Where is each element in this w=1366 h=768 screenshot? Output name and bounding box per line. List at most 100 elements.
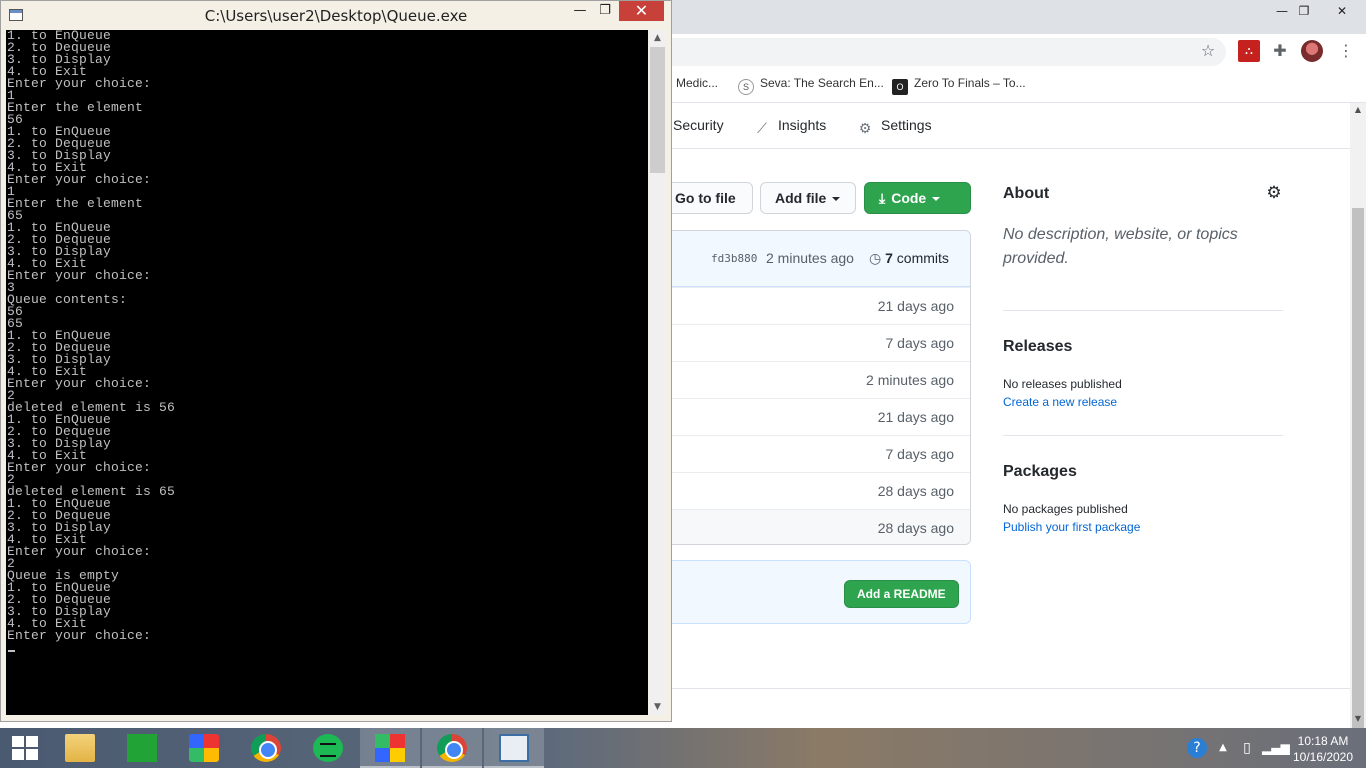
releases-heading[interactable]: Releases [1003,338,1072,356]
bookmark-item[interactable]: S Seva: The Search En... [738,76,884,95]
puzzle-app-icon [189,734,219,762]
taskbar-console-app[interactable] [484,728,544,768]
scroll-down-arrow-icon[interactable]: ▼ [1350,712,1366,726]
file-list: fd3b880 2 minutes ago ◷ 7 commits 21 day… [640,230,971,545]
divider [1003,435,1283,436]
code-button[interactable]: ⤓ Code [864,182,971,214]
releases-status: No releases published [1003,377,1122,391]
file-row[interactable]: 2 minutes ago [641,361,970,398]
console-line: Enter your choice: [7,76,152,91]
file-age: 21 days ago [877,298,954,314]
browser-scrollbar[interactable]: ▲ ▼ [1350,103,1366,758]
commits-link[interactable]: ◷ 7 commits [869,250,949,267]
button-label: Go to file [675,190,736,206]
console-line: Enter your choice: [7,628,152,643]
packages-heading[interactable]: Packages [1003,463,1077,481]
extensions-puzzle-icon[interactable]: ✚ [1269,40,1291,62]
bookmark-star-icon[interactable]: ☆ [1197,40,1219,62]
desktop: — ❐ ✕ ☆ ⛬ ✚ ⋮ Medic... S Seva: The Search… [0,0,1366,768]
pdf-extension-icon[interactable]: ⛬ [1238,40,1260,62]
file-row[interactable]: 28 days ago [641,472,970,509]
console-line: Enter your choice: [7,544,152,559]
commit-count-label: commits [896,250,949,266]
commit-count: 7 [885,250,893,266]
zero-icon: O [892,79,908,95]
clock-date: 10/16/2020 [1292,750,1354,764]
file-row[interactable]: 21 days ago [641,287,970,324]
spotify-icon [313,734,343,762]
tab-security[interactable]: Security [673,117,724,133]
file-age: 7 days ago [885,446,955,462]
file-age: 28 days ago [877,483,954,499]
file-row[interactable]: 28 days ago [641,509,970,544]
bookmark-label: Medic... [676,76,719,90]
console-line: Enter your choice: [7,268,152,283]
taskbar-file-explorer[interactable] [50,728,110,768]
scroll-up-arrow-icon[interactable]: ▲ [1350,103,1366,117]
add-file-button[interactable]: Add file [760,182,856,214]
console-line: Enter your choice: [7,460,152,475]
taskbar-chrome-profile[interactable] [422,728,482,768]
scroll-down-arrow-icon[interactable]: ▼ [649,699,666,715]
console-line: Enter your choice: [7,172,152,187]
tab-settings[interactable]: ⚙ Settings [857,117,932,137]
tab-label: Security [673,117,724,133]
commit-sha[interactable]: fd3b880 [711,252,757,265]
clock[interactable]: 10:18 AM 10/16/2020 [1288,728,1358,768]
bookmark-item[interactable]: O Zero To Finals – To... [892,76,1026,95]
publish-package-link[interactable]: Publish your first package [1003,520,1140,534]
tab-insights[interactable]: ⟋ Insights [754,117,826,137]
console-line: Queue contents: [7,292,128,307]
button-label: Code [891,190,927,206]
file-age: 28 days ago [877,520,954,536]
taskbar-spotify[interactable] [298,728,358,768]
help-icon[interactable]: ? [1187,738,1207,758]
about-heading: About [1003,185,1050,202]
packages-status: No packages published [1003,502,1128,516]
commit-time: 2 minutes ago [766,250,854,266]
taskbar-chrome[interactable] [236,728,296,768]
network-signal-icon[interactable]: ▂▄▆ [1262,738,1290,758]
create-release-link[interactable]: Create a new release [1003,395,1117,409]
taskbar-store[interactable] [112,728,172,768]
file-row[interactable]: 7 days ago [641,435,970,472]
scrollbar-thumb[interactable] [650,47,665,173]
go-to-file-button[interactable]: Go to file [660,182,753,214]
taskbar-puzzle-app[interactable] [174,728,234,768]
console-minimize-button[interactable]: — [571,1,589,21]
console-line: Enter your choice: [7,376,152,391]
divider [672,688,1350,689]
file-row[interactable]: 7 days ago [641,324,970,361]
file-age: 21 days ago [877,409,954,425]
console-scrollbar[interactable]: ▲ ▼ [649,30,666,715]
console-restore-button[interactable]: ❐ [596,1,614,21]
console-output[interactable]: 1. to EnQueue 2. to Dequeue 3. to Display 4… [6,30,648,715]
browser-menu-icon[interactable]: ⋮ [1335,40,1357,62]
readme-prompt: Add a README [640,560,971,624]
console-titlebar[interactable]: C:\Users\user2\Desktop\Queue.exe — ❐ ✕ [1,1,671,29]
tab-label: Insights [778,117,827,133]
console-window: C:\Users\user2\Desktop\Queue.exe — ❐ ✕ 1… [0,0,672,722]
windows-logo-icon [12,736,38,760]
console-close-button[interactable]: ✕ [619,1,664,21]
scroll-up-arrow-icon[interactable]: ▲ [649,30,666,46]
button-label: Add file [775,190,827,206]
profile-avatar[interactable] [1301,40,1323,62]
device-icon[interactable]: ▯ [1237,738,1257,758]
show-hidden-icons-icon[interactable]: ▲ [1213,738,1233,758]
console-line: Enter the element [7,196,144,211]
chrome-icon [251,734,281,762]
add-readme-button[interactable]: Add a README [844,580,959,608]
clock-time: 10:18 AM [1297,734,1349,748]
bookmark-item[interactable]: Medic... [676,76,718,90]
chevron-down-icon [932,197,941,201]
gear-icon[interactable]: ⚙ [1265,184,1283,202]
latest-commit-bar: fd3b880 2 minutes ago ◷ 7 commits [641,231,970,287]
chrome-icon [437,734,467,762]
file-row[interactable]: 21 days ago [641,398,970,435]
scrollbar-thumb[interactable] [1352,208,1364,758]
browser-close-button[interactable]: ✕ [1318,0,1366,24]
folder-icon [65,734,95,762]
graph-icon: ⟋ [757,121,767,137]
taskbar-multicolor-app[interactable] [360,728,420,768]
